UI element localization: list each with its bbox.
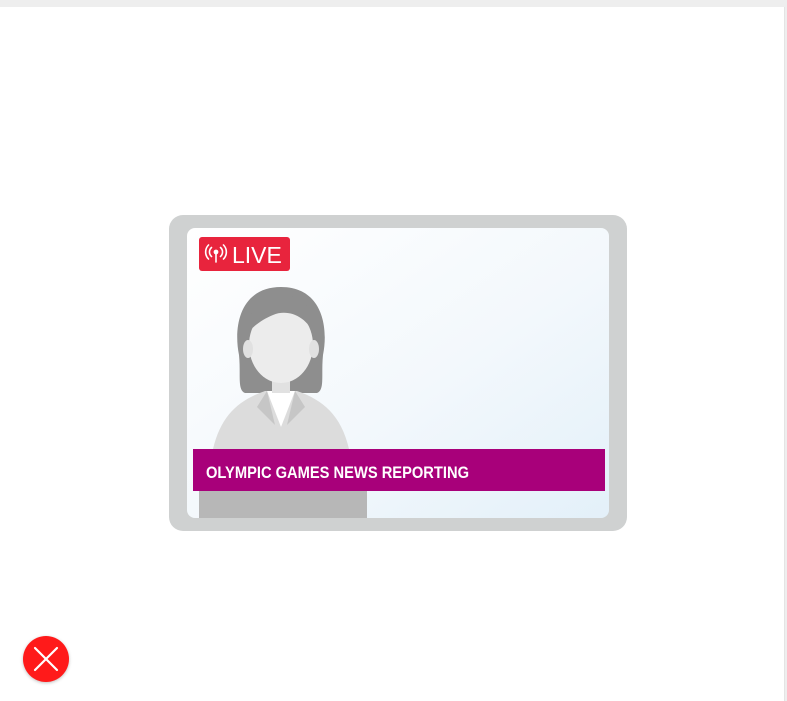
live-news-illustration: OLYMPIC GAMES NEWS REPORTING LIVE — [169, 215, 627, 531]
live-badge: LIVE — [199, 237, 290, 271]
live-label: LIVE — [232, 242, 282, 268]
headline-text: OLYMPIC GAMES NEWS REPORTING — [206, 463, 469, 482]
page-canvas: OLYMPIC GAMES NEWS REPORTING LIVE — [0, 7, 785, 701]
close-icon — [33, 646, 59, 672]
close-button[interactable] — [23, 636, 69, 682]
